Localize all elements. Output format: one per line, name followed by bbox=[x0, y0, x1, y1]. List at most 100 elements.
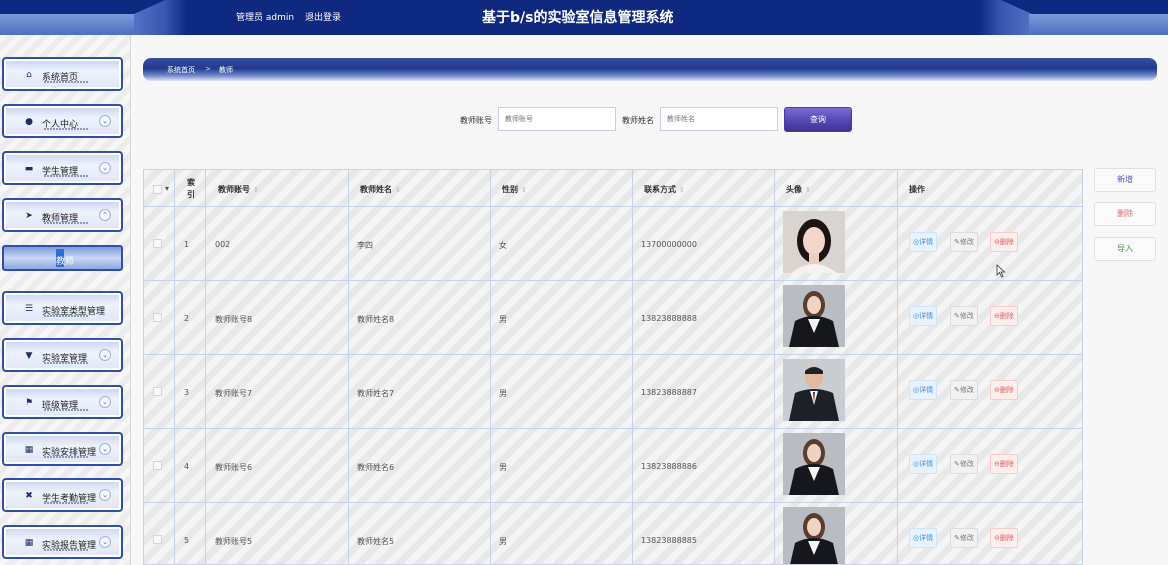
sort-icon[interactable]: ⇕ bbox=[521, 186, 527, 194]
sidebar-item-attendance[interactable]: ✖ 学生考勤管理 ⌄ bbox=[2, 478, 123, 512]
edit-button[interactable]: ✎修改 bbox=[950, 454, 978, 474]
table-row: 3 教师账号7 教师姓名7 男 13823888887 ◎详情 ✎修改 ⊖删除 bbox=[144, 355, 1082, 429]
chevron-down-icon: ⌄ bbox=[99, 396, 111, 408]
edit-button[interactable]: ✎修改 bbox=[950, 380, 978, 400]
column-header-gender[interactable]: 性别 ⇕ bbox=[502, 184, 527, 195]
teacher-name-input[interactable] bbox=[660, 107, 778, 131]
sidebar-item-experiment-report[interactable]: ▦ 实验报告管理 ⌄ bbox=[2, 525, 123, 559]
sidebar-subitem-teacher[interactable]: 教师 bbox=[2, 245, 123, 271]
cell-name: 教师姓名6 bbox=[357, 463, 395, 472]
cell-phone: 13823888885 bbox=[641, 536, 697, 545]
sidebar-subitem-label: 教师 bbox=[56, 257, 75, 267]
sidebar-item-student-management[interactable]: ▬ 学生管理 ⌄ bbox=[2, 151, 123, 185]
teacher-name-label: 教师姓名 bbox=[622, 116, 654, 125]
search-button[interactable]: 查询 bbox=[784, 107, 852, 132]
breadcrumb: 系统首页 > 教师 bbox=[143, 58, 1157, 81]
detail-button[interactable]: ◎详情 bbox=[909, 380, 938, 400]
chevron-down-icon: ⌄ bbox=[99, 443, 111, 455]
detail-button[interactable]: ◎详情 bbox=[909, 454, 938, 474]
detail-button[interactable]: ◎详情 bbox=[909, 232, 938, 252]
cell-phone: 13823888886 bbox=[641, 462, 697, 471]
chevron-down-icon: ⌄ bbox=[99, 489, 111, 501]
sort-icon[interactable]: ⇕ bbox=[395, 186, 401, 194]
cell-index: 3 bbox=[184, 388, 190, 397]
menu-underline bbox=[44, 502, 88, 504]
home-icon: ⌂ bbox=[26, 70, 32, 80]
cell-index: 1 bbox=[184, 240, 190, 249]
sidebar-item-lab-type-management[interactable]: ☰ 实验室类型管理 bbox=[2, 291, 123, 325]
sidebar-item-class-management[interactable]: ⚑ 班级管理 ⌄ bbox=[2, 385, 123, 419]
menu-underline bbox=[44, 315, 88, 317]
import-button[interactable]: 导入 bbox=[1094, 237, 1156, 261]
column-header-actions: 操作 bbox=[909, 185, 925, 194]
delete-button[interactable]: ⊖删除 bbox=[990, 380, 1018, 400]
sidebar-item-home[interactable]: ⌂ 系统首页 bbox=[2, 57, 123, 91]
chevron-up-icon: ⌃ bbox=[99, 209, 111, 221]
cell-gender: 男 bbox=[499, 315, 507, 324]
mouse-cursor-icon bbox=[996, 264, 1006, 278]
grid-icon: ▦ bbox=[24, 538, 34, 548]
delete-button[interactable]: ⊖删除 bbox=[990, 306, 1018, 326]
lab-icon: ▼ bbox=[25, 351, 33, 361]
chevron-down-icon: ⌄ bbox=[99, 536, 111, 548]
sidebar-item-experiment-schedule[interactable]: ▦ 实验安排管理 ⌄ bbox=[2, 432, 123, 466]
batch-delete-button[interactable]: 删除 bbox=[1094, 202, 1156, 226]
teacher-table: ▾ 索引 教师账号 ⇕ 教师姓名 ⇕ 性别 ⇕ 联系方式 ⇕ 头像 ⇕ 操作 1 002 李四… bbox=[143, 169, 1083, 565]
logout-link[interactable]: 退出登录 bbox=[305, 10, 341, 23]
edit-button[interactable]: ✎修改 bbox=[950, 232, 978, 252]
menu-underline bbox=[44, 362, 88, 364]
chevron-down-icon: ⌄ bbox=[99, 115, 111, 127]
avatar bbox=[783, 211, 845, 273]
cell-name: 教师姓名8 bbox=[357, 315, 395, 324]
delete-button[interactable]: ⊖删除 bbox=[990, 528, 1018, 548]
sort-icon[interactable]: ⇕ bbox=[679, 186, 685, 194]
app-title: 基于b/s的实验室信息管理系统 bbox=[482, 10, 674, 26]
cell-index: 2 bbox=[184, 314, 190, 323]
row-checkbox[interactable] bbox=[153, 387, 162, 396]
select-all-checkbox[interactable] bbox=[153, 185, 162, 194]
breadcrumb-home[interactable]: 系统首页 bbox=[167, 65, 195, 75]
teacher-account-input[interactable] bbox=[498, 107, 616, 131]
cell-phone: 13823888887 bbox=[641, 388, 697, 397]
top-header: 管理员 admin 退出登录 基于b/s的实验室信息管理系统 bbox=[0, 0, 1168, 35]
cell-gender: 男 bbox=[499, 463, 507, 472]
delete-button[interactable]: ⊖删除 bbox=[990, 454, 1018, 474]
column-header-avatar[interactable]: 头像 ⇕ bbox=[786, 184, 811, 195]
menu-underline bbox=[44, 222, 88, 224]
sidebar-item-personal-center[interactable]: ● 个人中心 ⌄ bbox=[2, 104, 123, 138]
sort-icon[interactable]: ⇕ bbox=[253, 186, 259, 194]
send-icon: ➤ bbox=[25, 211, 33, 221]
header-wing-right bbox=[980, 0, 1032, 35]
edit-button[interactable]: ✎修改 bbox=[950, 528, 978, 548]
row-checkbox[interactable] bbox=[153, 461, 162, 470]
student-icon: ▬ bbox=[24, 164, 34, 174]
delete-button[interactable]: ⊖删除 bbox=[990, 232, 1018, 252]
row-checkbox[interactable] bbox=[153, 535, 162, 544]
row-checkbox[interactable] bbox=[153, 239, 162, 248]
table-row: 1 002 李四 女 13700000000 ◎详情 ✎修改 ⊖删除 bbox=[144, 207, 1082, 281]
cell-phone: 13700000000 bbox=[641, 240, 697, 249]
chevron-down-icon: ⌄ bbox=[99, 162, 111, 174]
detail-button[interactable]: ◎详情 bbox=[909, 306, 938, 326]
header-wing-left bbox=[134, 0, 186, 35]
column-header-name[interactable]: 教师姓名 ⇕ bbox=[360, 184, 401, 195]
cell-phone: 13823888888 bbox=[641, 314, 697, 323]
breadcrumb-current: 教师 bbox=[219, 66, 233, 74]
detail-button[interactable]: ◎详情 bbox=[909, 528, 938, 548]
sidebar: ⌂ 系统首页 ● 个人中心 ⌄ ▬ 学生管理 ⌄ ➤ 教师管理 ⌃ 教师 ☰ 实… bbox=[0, 35, 131, 565]
header-decoration-left bbox=[0, 14, 137, 35]
cell-gender: 男 bbox=[499, 537, 507, 546]
sidebar-item-teacher-management[interactable]: ➤ 教师管理 ⌃ bbox=[2, 198, 123, 232]
add-button[interactable]: 新增 bbox=[1094, 168, 1156, 192]
breadcrumb-separator: > bbox=[205, 65, 211, 73]
sidebar-item-lab-management[interactable]: ▼ 实验室管理 ⌄ bbox=[2, 338, 123, 372]
column-header-phone[interactable]: 联系方式 ⇕ bbox=[644, 184, 685, 195]
column-header-account[interactable]: 教师账号 ⇕ bbox=[218, 184, 259, 195]
row-checkbox[interactable] bbox=[153, 313, 162, 322]
table-row: 5 教师账号5 教师姓名5 男 13823888885 ◎详情 ✎修改 ⊖删除 bbox=[144, 503, 1082, 564]
edit-button[interactable]: ✎修改 bbox=[950, 306, 978, 326]
flag-icon: ⚑ bbox=[24, 398, 34, 408]
sort-icon[interactable]: ⇕ bbox=[805, 186, 811, 194]
cell-account: 002 bbox=[215, 240, 231, 249]
cell-account: 教师账号6 bbox=[215, 463, 253, 472]
